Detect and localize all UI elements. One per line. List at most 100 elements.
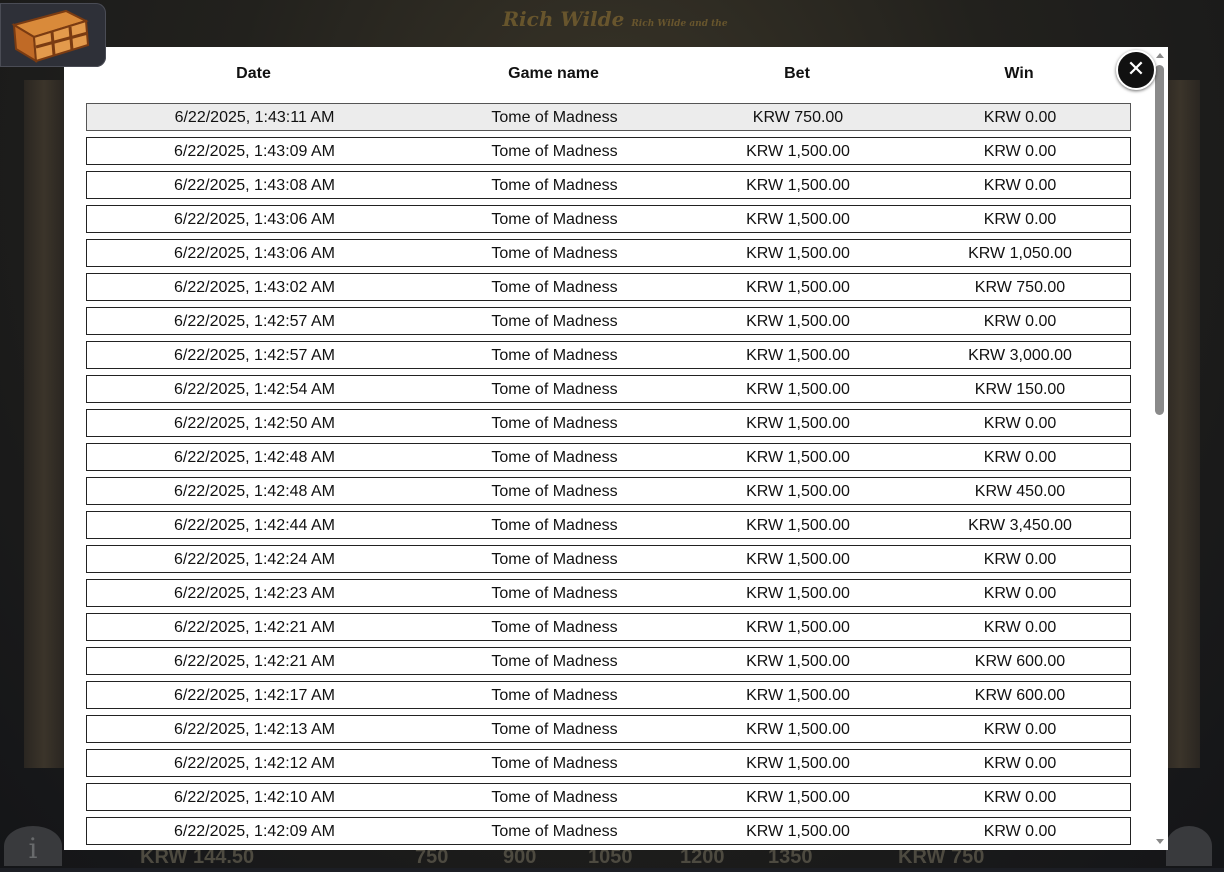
table-row[interactable]: 6/22/2025, 1:42:54 AM Tome of Madness KRW … — [86, 375, 1131, 403]
table-row[interactable]: 6/22/2025, 1:42:13 AM Tome of Madness KRW … — [86, 715, 1131, 743]
cell-game-name: Tome of Madness — [491, 279, 618, 296]
cell-bet: KRW 1,500.00 — [746, 755, 850, 772]
cell-win: KRW 0.00 — [983, 143, 1057, 160]
history-chest-button[interactable] — [0, 3, 106, 67]
scrollbar[interactable] — [1152, 47, 1168, 850]
autoplay-icon[interactable] — [1166, 826, 1212, 866]
cell-game-name: Tome of Madness — [491, 177, 618, 194]
cell-win: KRW 0.00 — [983, 449, 1057, 466]
table-row[interactable]: 6/22/2025, 1:42:10 AM Tome of Madness KRW … — [86, 783, 1131, 811]
cell-bet: KRW 1,500.00 — [746, 823, 850, 840]
history-modal: Date Game name Bet Win 6/22/2025, 1:43:1… — [64, 47, 1168, 850]
cell-game-name: Tome of Madness — [491, 381, 618, 398]
scrollbar-thumb[interactable] — [1155, 65, 1164, 415]
column-header-game-name: Game name — [508, 65, 599, 82]
table-row[interactable]: 6/22/2025, 1:43:09 AM Tome of Madness KRW … — [86, 137, 1131, 165]
cell-win: KRW 3,000.00 — [968, 347, 1072, 364]
cell-bet: KRW 1,500.00 — [746, 211, 850, 228]
cell-bet: KRW 1,500.00 — [746, 279, 850, 296]
table-row[interactable]: 6/22/2025, 1:43:11 AM Tome of Madness KRW … — [86, 103, 1131, 131]
cell-win: KRW 0.00 — [983, 585, 1057, 602]
cell-game-name: Tome of Madness — [491, 211, 618, 228]
table-row[interactable]: 6/22/2025, 1:42:21 AM Tome of Madness KRW … — [86, 647, 1131, 675]
cell-bet: KRW 1,500.00 — [746, 347, 850, 364]
table-row[interactable]: 6/22/2025, 1:42:44 AM Tome of Madness KRW … — [86, 511, 1131, 539]
cell-date: 6/22/2025, 1:42:44 AM — [173, 517, 335, 534]
cell-win: KRW 0.00 — [983, 721, 1057, 738]
cell-date: 6/22/2025, 1:42:48 AM — [173, 449, 335, 466]
cell-game-name: Tome of Madness — [491, 245, 618, 262]
column-header-bet: Bet — [784, 65, 810, 82]
cell-win: KRW 0.00 — [983, 789, 1057, 806]
cell-date: 6/22/2025, 1:42:10 AM — [173, 789, 335, 806]
table-row[interactable]: 6/22/2025, 1:43:06 AM Tome of Madness KRW … — [86, 239, 1131, 267]
cell-bet: KRW 1,500.00 — [746, 449, 850, 466]
table-row[interactable]: 6/22/2025, 1:42:24 AM Tome of Madness KRW … — [86, 545, 1131, 573]
cell-game-name: Tome of Madness — [491, 449, 618, 466]
treasure-chest-icon — [11, 9, 90, 63]
cell-game-name: Tome of Madness — [491, 483, 618, 500]
table-row[interactable]: 6/22/2025, 1:43:06 AM Tome of Madness KRW … — [86, 205, 1131, 233]
cell-win: KRW 0.00 — [983, 755, 1057, 772]
history-table-body: 6/22/2025, 1:43:11 AM Tome of Madness KRW … — [86, 103, 1131, 850]
cell-game-name: Tome of Madness — [491, 551, 618, 568]
cell-date: 6/22/2025, 1:43:11 AM — [174, 109, 335, 126]
cell-game-name: Tome of Madness — [491, 789, 618, 806]
cell-bet: KRW 1,500.00 — [746, 687, 850, 704]
cell-date: 6/22/2025, 1:42:13 AM — [173, 721, 335, 738]
game-logo-subtitle: Rich Wilde and the — [631, 19, 728, 29]
table-row[interactable]: 6/22/2025, 1:42:23 AM Tome of Madness KRW … — [86, 579, 1131, 607]
table-row[interactable]: 6/22/2025, 1:42:12 AM Tome of Madness KRW … — [86, 749, 1131, 777]
cell-date: 6/22/2025, 1:42:12 AM — [173, 755, 335, 772]
table-row[interactable]: 6/22/2025, 1:42:50 AM Tome of Madness KRW … — [86, 409, 1131, 437]
close-icon[interactable]: ✕ — [1116, 50, 1156, 90]
cell-game-name: Tome of Madness — [491, 585, 618, 602]
cell-game-name: Tome of Madness — [491, 619, 618, 636]
table-row[interactable]: 6/22/2025, 1:42:57 AM Tome of Madness KRW … — [86, 341, 1131, 369]
table-row[interactable]: 6/22/2025, 1:42:48 AM Tome of Madness KRW … — [86, 477, 1131, 505]
table-row[interactable]: 6/22/2025, 1:43:02 AM Tome of Madness KRW … — [86, 273, 1131, 301]
cell-win: KRW 600.00 — [974, 653, 1066, 670]
cell-game-name: Tome of Madness — [491, 347, 618, 364]
table-row[interactable]: 6/22/2025, 1:42:48 AM Tome of Madness KRW … — [86, 443, 1131, 471]
cell-bet: KRW 1,500.00 — [746, 245, 850, 262]
scroll-up-arrow-icon[interactable] — [1156, 53, 1164, 58]
cell-game-name: Tome of Madness — [491, 755, 618, 772]
cell-game-name: Tome of Madness — [491, 721, 618, 738]
game-logo: Rich Wilde Rich Wilde and the — [502, 7, 728, 31]
cell-bet: KRW 1,500.00 — [746, 517, 850, 534]
cell-win: KRW 0.00 — [983, 551, 1057, 568]
scroll-down-arrow-icon[interactable] — [1156, 839, 1164, 844]
cell-date: 6/22/2025, 1:42:24 AM — [173, 551, 335, 568]
cell-date: 6/22/2025, 1:42:23 AM — [173, 585, 335, 602]
table-row[interactable]: 6/22/2025, 1:43:08 AM Tome of Madness KRW … — [86, 171, 1131, 199]
cell-win: KRW 0.00 — [983, 619, 1057, 636]
cell-bet: KRW 1,500.00 — [746, 585, 850, 602]
cell-date: 6/22/2025, 1:42:57 AM — [173, 347, 335, 364]
cell-game-name: Tome of Madness — [491, 415, 618, 432]
table-row[interactable]: 6/22/2025, 1:42:57 AM Tome of Madness KRW … — [86, 307, 1131, 335]
table-row[interactable]: 6/22/2025, 1:42:17 AM Tome of Madness KRW … — [86, 681, 1131, 709]
cell-date: 6/22/2025, 1:42:21 AM — [173, 653, 335, 670]
cell-date: 6/22/2025, 1:42:17 AM — [173, 687, 335, 704]
cell-game-name: Tome of Madness — [491, 313, 618, 330]
game-frame-left — [24, 80, 64, 768]
cell-win: KRW 0.00 — [983, 109, 1057, 126]
cell-game-name: Tome of Madness — [491, 517, 618, 534]
history-table-header: Date Game name Bet Win — [86, 47, 1131, 103]
cell-win: KRW 0.00 — [983, 177, 1057, 194]
cell-win: KRW 0.00 — [983, 313, 1057, 330]
cell-game-name: Tome of Madness — [491, 653, 618, 670]
table-row[interactable]: 6/22/2025, 1:42:09 AM Tome of Madness KRW … — [86, 817, 1131, 845]
game-bottom-bar: KRW 144.50 750 900 1050 1200 1350 KRW 75… — [0, 846, 1224, 868]
cell-win: KRW 0.00 — [983, 211, 1057, 228]
table-row[interactable]: 6/22/2025, 1:42:21 AM Tome of Madness KRW … — [86, 613, 1131, 641]
cell-bet: KRW 1,500.00 — [746, 551, 850, 568]
cell-win: KRW 150.00 — [974, 381, 1066, 398]
cell-date: 6/22/2025, 1:43:08 AM — [173, 177, 335, 194]
info-icon[interactable]: i — [4, 826, 62, 866]
cell-date: 6/22/2025, 1:42:54 AM — [173, 381, 335, 398]
cell-date: 6/22/2025, 1:42:57 AM — [173, 313, 335, 330]
cell-bet: KRW 1,500.00 — [746, 313, 850, 330]
cell-date: 6/22/2025, 1:42:48 AM — [173, 483, 335, 500]
